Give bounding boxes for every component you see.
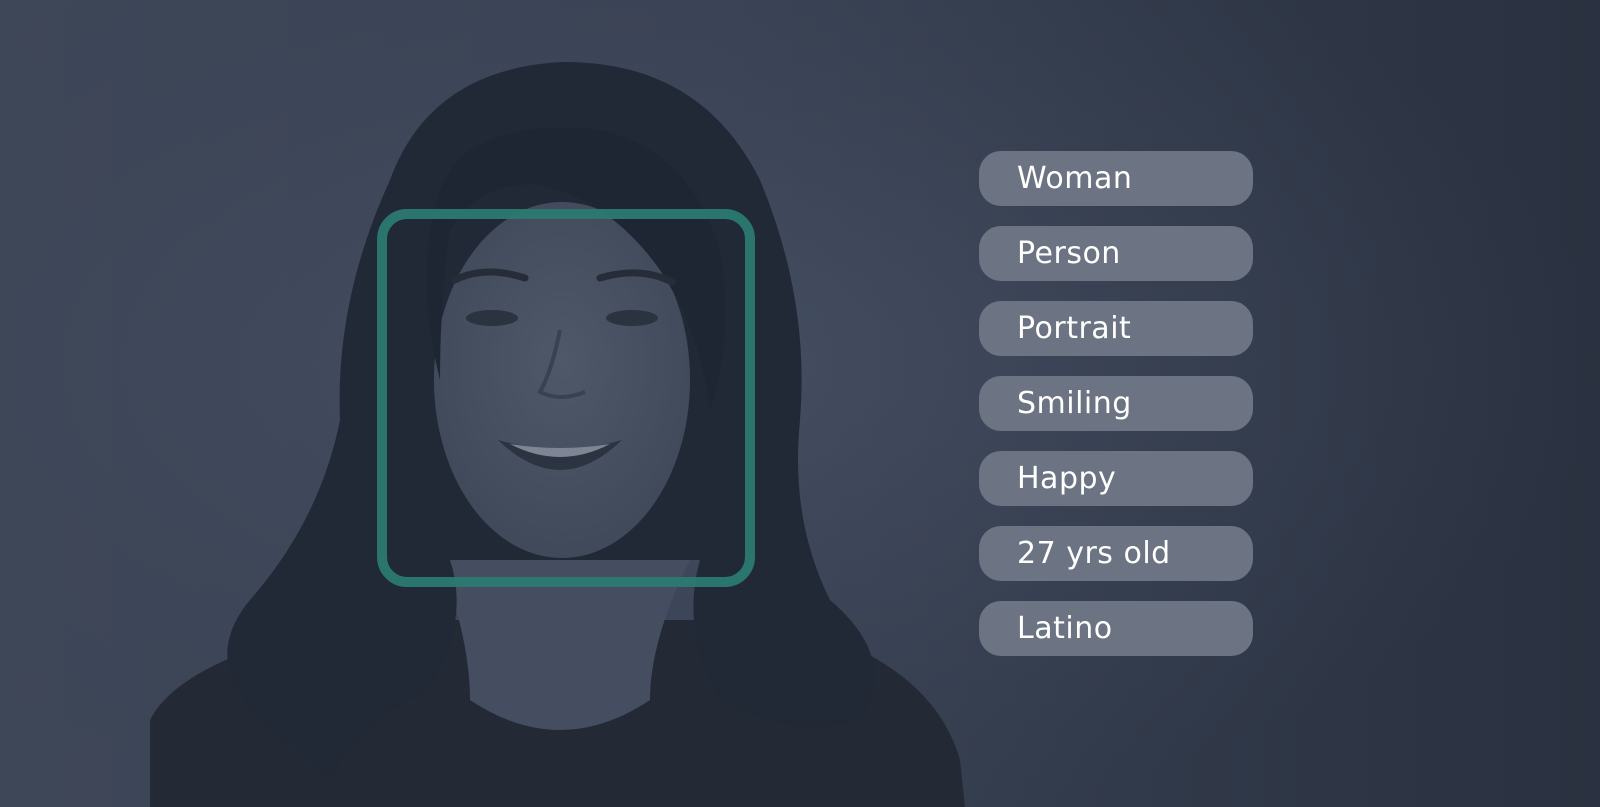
portrait-photo [0, 0, 1600, 807]
tag-portrait[interactable]: Portrait [979, 301, 1253, 356]
tag-smiling[interactable]: Smiling [979, 376, 1253, 431]
tag-happy[interactable]: Happy [979, 451, 1253, 506]
tag-woman[interactable]: Woman [979, 151, 1253, 206]
label-list: Woman Person Portrait Smiling Happy 27 y… [979, 151, 1253, 656]
analysis-canvas: Woman Person Portrait Smiling Happy 27 y… [0, 0, 1600, 807]
tag-age[interactable]: 27 yrs old [979, 526, 1253, 581]
tag-person[interactable]: Person [979, 226, 1253, 281]
face-detection-box [377, 209, 755, 587]
tag-ethnicity[interactable]: Latino [979, 601, 1253, 656]
